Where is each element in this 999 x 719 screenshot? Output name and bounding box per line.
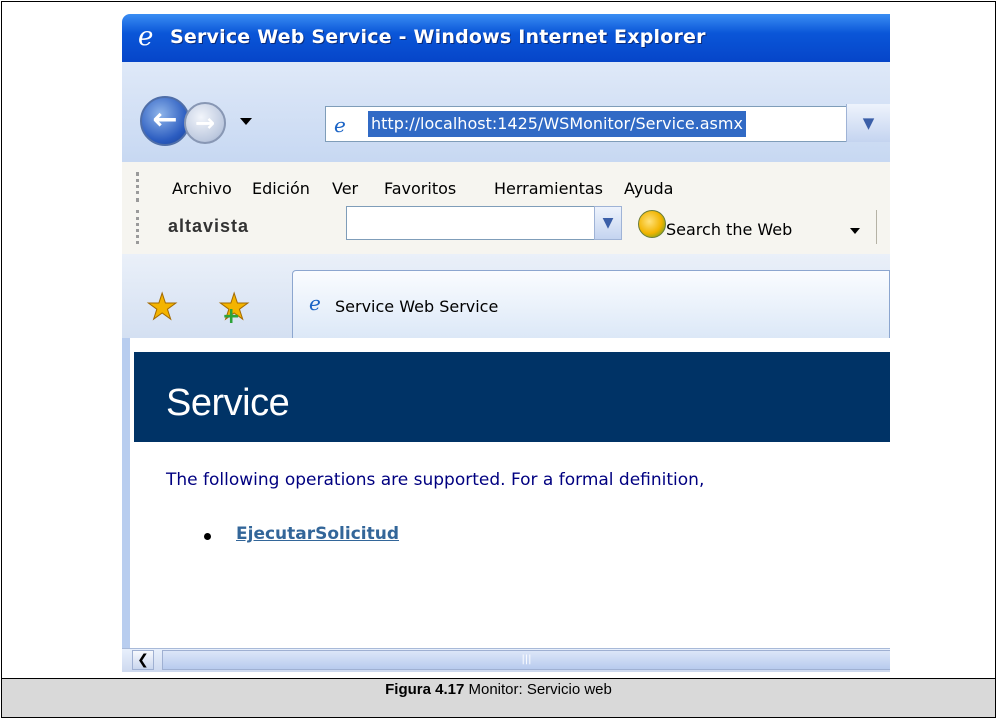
favorites-center-icon[interactable]: ★ [145,289,178,326]
scroll-left-button[interactable]: ❮ [132,650,154,670]
page-title: Service [166,382,290,424]
menubar-grip[interactable] [136,172,143,202]
caption-label: Figura 4.17 [385,681,465,698]
menu-ayuda[interactable]: Ayuda [624,179,673,198]
menu-ver[interactable]: Ver [332,179,358,198]
menu-favoritos[interactable]: Favoritos [384,179,456,198]
back-button[interactable]: ← [140,96,190,146]
search-the-web-button[interactable]: Search the Web [666,220,792,239]
list-bullet [204,533,211,540]
address-dropdown-button[interactable]: ▼ [846,104,890,142]
forward-button[interactable]: → [184,102,226,144]
page-icon: e [334,113,346,137]
ie-logo-icon: e [138,22,154,52]
altavista-search-input[interactable] [346,206,602,240]
caption-text: Monitor: Servicio web [464,681,612,698]
menu-archivo[interactable]: Archivo [172,179,232,198]
scrollbar-thumb[interactable]: ||| [162,650,890,670]
operation-link-ejecutarsolicitud[interactable]: EjecutarSolicitud [236,524,399,544]
address-field[interactable]: e http://localhost:1425/WSMonitor/Servic… [325,106,890,142]
add-plus-icon: + [222,304,241,329]
altavista-logo: altavista [168,216,250,236]
intro-text: The following operations are supported. … [166,470,705,490]
menu-herramientas[interactable]: Herramientas [494,179,603,198]
tab-label: Service Web Service [335,297,499,316]
search-options-dropdown-icon[interactable] [850,228,860,234]
figure-caption: Figura 4.17 Monitor: Servicio web [1,678,996,718]
toolbar-grip[interactable] [136,210,143,244]
tab-page-icon: e [309,291,321,315]
search-history-dropdown-button[interactable]: ▼ [594,206,622,240]
window-title: Service Web Service - Windows Internet E… [170,26,706,48]
globe-icon [638,210,666,238]
recent-pages-dropdown-icon[interactable] [240,118,252,125]
title-bar: e Service Web Service - Windows Internet… [122,14,890,62]
tab-service-web-service[interactable]: e Service Web Service [292,270,890,338]
toolbar-separator [876,210,877,244]
menu-edicion[interactable]: Edición [252,179,310,198]
browser-window: e Service Web Service - Windows Internet… [122,14,890,672]
address-url[interactable]: http://localhost:1425/WSMonitor/Service.… [368,111,746,137]
